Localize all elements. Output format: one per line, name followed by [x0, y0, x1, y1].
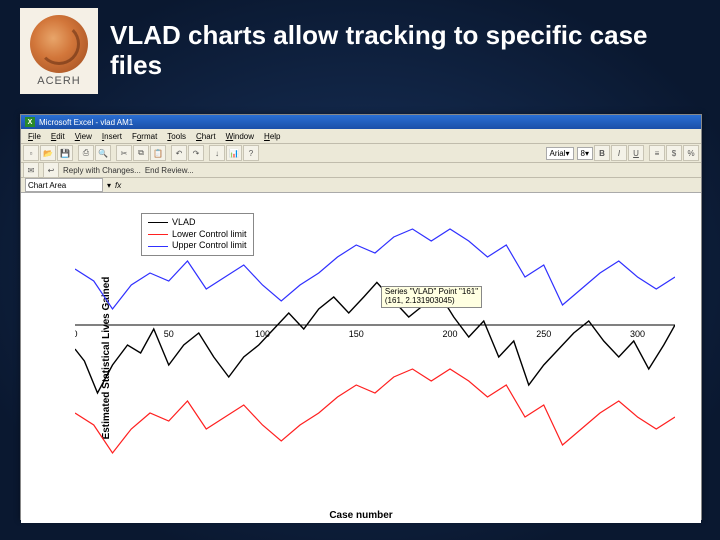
excel-app-icon: X [25, 117, 35, 127]
menu-file[interactable]: File [23, 132, 46, 141]
align-left-icon[interactable]: ≡ [649, 145, 665, 161]
reply-changes-text[interactable]: Reply with Changes... [63, 166, 141, 175]
excel-toolbar-2[interactable]: ✉ ↩ Reply with Changes... End Review... [21, 163, 701, 178]
chart-icon[interactable]: 📊 [226, 145, 242, 161]
font-dropdown[interactable]: Arial ▾ [546, 147, 574, 160]
new-icon[interactable]: ▫ [23, 145, 39, 161]
excel-title-text: Microsoft Excel - vlad AM1 [39, 118, 133, 127]
size-dropdown[interactable]: 8 ▾ [577, 147, 593, 160]
cut-icon[interactable]: ✂ [116, 145, 132, 161]
excel-window: X Microsoft Excel - vlad AM1 File Edit V… [20, 114, 702, 520]
svg-text:150: 150 [349, 329, 364, 339]
preview-icon[interactable]: 🔍 [95, 145, 111, 161]
formula-bar[interactable]: Chart Area ▾ fx [21, 178, 701, 193]
italic-icon[interactable]: I [611, 145, 627, 161]
menu-window[interactable]: Window [221, 132, 259, 141]
reply-icon[interactable]: ↩ [43, 162, 59, 178]
fx-label: fx [115, 181, 121, 190]
svg-text:0: 0 [75, 329, 78, 339]
paste-icon[interactable]: 📋 [150, 145, 166, 161]
menu-format[interactable]: Format [127, 132, 162, 141]
excel-menubar[interactable]: File Edit View Insert Format Tools Chart… [21, 129, 701, 144]
sort-icon[interactable]: ↓ [209, 145, 225, 161]
acerh-logo: ACERH [20, 8, 98, 94]
svg-text:300: 300 [630, 329, 645, 339]
currency-icon[interactable]: $ [666, 145, 682, 161]
x-axis-label: Case number [329, 510, 392, 521]
undo-icon[interactable]: ↶ [171, 145, 187, 161]
svg-text:100: 100 [255, 329, 270, 339]
svg-text:250: 250 [536, 329, 551, 339]
svg-text:200: 200 [442, 329, 457, 339]
name-box[interactable]: Chart Area [25, 178, 103, 192]
end-review-text[interactable]: End Review... [145, 166, 194, 175]
namebox-dropdown-icon[interactable]: ▾ [107, 181, 111, 190]
legend-vlad: VLAD [172, 217, 196, 229]
mail-icon[interactable]: ✉ [23, 162, 39, 178]
excel-toolbar-1[interactable]: ▫ 📂 💾 ⎙ 🔍 ✂ ⧉ 📋 ↶ ↷ ↓ 📊 ? Arial ▾ 8 ▾ B … [21, 144, 701, 163]
menu-help[interactable]: Help [259, 132, 285, 141]
data-point-tooltip: Series "VLAD" Point "161"(161, 2.1319030… [381, 286, 482, 308]
menu-edit[interactable]: Edit [46, 132, 70, 141]
legend-lcl: Lower Control limit [172, 229, 247, 241]
redo-icon[interactable]: ↷ [188, 145, 204, 161]
logo-swirl-icon [30, 15, 88, 73]
menu-insert[interactable]: Insert [97, 132, 127, 141]
menu-chart[interactable]: Chart [191, 132, 221, 141]
excel-titlebar[interactable]: X Microsoft Excel - vlad AM1 [21, 115, 701, 129]
open-icon[interactable]: 📂 [40, 145, 56, 161]
slide-title: VLAD charts allow tracking to specific c… [110, 21, 670, 81]
print-icon[interactable]: ⎙ [78, 145, 94, 161]
bold-icon[interactable]: B [594, 145, 610, 161]
copy-icon[interactable]: ⧉ [133, 145, 149, 161]
logo-text: ACERH [37, 75, 81, 87]
help-icon[interactable]: ? [243, 145, 259, 161]
chart-area[interactable]: Estimated Statistical Lives Gained Case … [21, 193, 701, 523]
svg-text:50: 50 [164, 329, 174, 339]
save-icon[interactable]: 💾 [57, 145, 73, 161]
chart-legend: VLAD Lower Control limit Upper Control l… [141, 213, 254, 256]
underline-icon[interactable]: U [628, 145, 644, 161]
legend-ucl: Upper Control limit [172, 240, 247, 252]
menu-tools[interactable]: Tools [162, 132, 191, 141]
menu-view[interactable]: View [70, 132, 97, 141]
percent-icon[interactable]: % [683, 145, 699, 161]
slide-header: ACERH VLAD charts allow tracking to spec… [0, 0, 720, 94]
